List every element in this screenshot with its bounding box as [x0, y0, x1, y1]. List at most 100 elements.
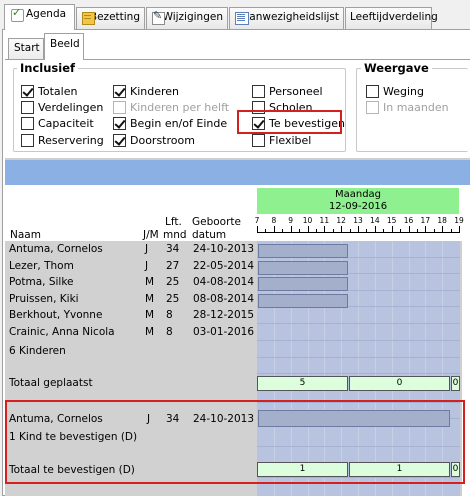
- checkbox-doorstroom[interactable]: Doorstroom: [113, 133, 195, 147]
- checkbox-weging[interactable]: Weging: [366, 84, 424, 98]
- highlight-te-bevestigen: [237, 110, 342, 134]
- child-dob: 22-05-2014: [193, 260, 255, 272]
- checkbox-flexibel[interactable]: Flexibel: [252, 133, 311, 147]
- hour-label: 11: [319, 216, 330, 225]
- checkbox-box: [366, 84, 379, 98]
- gantt-hline: [257, 357, 460, 358]
- tab-label: Wijzigingen: [162, 11, 223, 23]
- child-dob: 24-10-2013: [193, 243, 255, 255]
- hour-label: 12: [336, 216, 346, 225]
- checkbox-reservering[interactable]: Reservering: [21, 133, 104, 147]
- child-dob: 08-08-2014: [193, 293, 255, 305]
- gantt-hline: [257, 323, 460, 324]
- checkbox-verdelingen[interactable]: Verdelingen: [21, 100, 103, 114]
- child-name[interactable]: Crainic, Anna Nicola: [9, 326, 115, 338]
- child-lft: 25: [166, 276, 180, 288]
- tab-wijzigingen[interactable]: Wijzigingen: [146, 7, 228, 29]
- checkbox-in-maanden: In maanden: [366, 100, 449, 114]
- child-slot-bar[interactable]: [258, 277, 348, 291]
- hour-label: 19: [454, 216, 464, 225]
- children-count: 6 Kinderen: [9, 345, 66, 357]
- checkbox-label: Kinderen: [130, 84, 180, 98]
- hour-label: 13: [353, 216, 363, 225]
- child-dob: 03-01-2016: [193, 326, 255, 338]
- hour-label: 14: [370, 216, 380, 225]
- gantt-hline: [257, 373, 460, 374]
- schedule-header-bar: [5, 160, 470, 185]
- checkbox-box: [113, 133, 126, 147]
- group-title-inclusief: Inclusief: [17, 61, 79, 75]
- child-slot-bar[interactable]: [258, 244, 348, 258]
- day-name: Maandag: [334, 189, 382, 200]
- bezetting-icon: [81, 11, 95, 25]
- checkbox-capaciteit[interactable]: Capaciteit: [21, 116, 94, 130]
- checkbox-kinderen-per-helft: Kinderen per helft: [113, 100, 229, 114]
- checkbox-label: Kinderen per helft: [130, 100, 230, 114]
- tab-agenda[interactable]: Agenda: [4, 4, 75, 30]
- child-name[interactable]: Lezer, Thom: [9, 260, 74, 272]
- child-jm: M: [145, 309, 155, 321]
- checkbox-personeel[interactable]: Personeel: [252, 84, 323, 98]
- hour-label: 10: [302, 216, 313, 225]
- checkbox-box: [21, 100, 34, 114]
- checkbox-label: Weging: [383, 84, 424, 98]
- tab-leeftijdverdeling[interactable]: Leeftijdverdeling: [345, 7, 438, 29]
- checkbox-box: [366, 100, 379, 114]
- child-lft: 8: [166, 326, 173, 338]
- hour-label: 17: [420, 216, 431, 225]
- child-slot-bar[interactable]: [258, 261, 348, 275]
- time-ruler-line: [257, 232, 460, 233]
- column-lft: Lft.: [165, 216, 182, 228]
- child-jm: M: [145, 293, 155, 305]
- hour-label: 16: [403, 216, 414, 225]
- child-name[interactable]: Potma, Silke: [9, 276, 74, 288]
- child-name[interactable]: Berkhout, Yvonne: [9, 309, 102, 321]
- checkbox-kinderen[interactable]: Kinderen: [113, 84, 179, 98]
- checkbox-totalen[interactable]: Totalen: [21, 84, 77, 98]
- column-jm: J/M: [143, 229, 159, 241]
- hour-label: 15: [386, 216, 397, 225]
- child-dob: 28-12-2015: [193, 309, 255, 321]
- hour-label: 18: [437, 216, 447, 225]
- subtab-start[interactable]: Start: [8, 38, 44, 59]
- aanwezigheidslijst-icon: [234, 11, 250, 25]
- totaal-geplaatst-label: Totaal geplaatst: [9, 377, 93, 389]
- checkbox-label: Begin en/of Einde: [130, 116, 228, 130]
- column-geboorte: Geboorte: [192, 216, 242, 228]
- subtab-beeld[interactable]: Beeld: [44, 33, 84, 60]
- checkbox-label: Verdelingen: [38, 100, 104, 114]
- checkbox-label: Personeel: [269, 84, 323, 98]
- checkbox-label: Doorstroom: [130, 133, 195, 147]
- agenda-icon: [9, 6, 24, 22]
- child-jm: M: [145, 326, 155, 338]
- child-slot-bar[interactable]: [258, 294, 348, 308]
- day-header: Maandag 12-09-2016: [257, 188, 459, 214]
- hour-label: 8: [271, 216, 277, 225]
- column-naam: Naam: [10, 229, 41, 241]
- checkbox-label: In maanden: [383, 100, 449, 114]
- subtab-label: Start: [14, 42, 40, 54]
- child-name[interactable]: Pruissen, Kiki: [9, 293, 79, 305]
- checkbox-label: Reservering: [38, 133, 104, 147]
- column-mnd: mnd: [163, 229, 187, 241]
- tab-label: Aanwezigheidslijst: [242, 11, 339, 23]
- checkbox-box: [113, 100, 126, 114]
- subtab-label: Beeld: [50, 38, 80, 50]
- checkbox-box: [113, 116, 126, 130]
- checkbox-label: Totalen: [38, 84, 78, 98]
- day-date: 12-09-2016: [328, 201, 388, 212]
- totaal-geplaatst-value-1: 5: [257, 376, 348, 391]
- checkbox-box: [21, 84, 34, 98]
- tab-label: Agenda: [26, 8, 67, 20]
- totaal-geplaatst-value-2: 0: [349, 376, 450, 391]
- tab-label: Bezetting: [89, 11, 140, 23]
- child-name[interactable]: Antuma, Cornelos: [9, 243, 103, 255]
- tab-bezetting[interactable]: Bezetting: [76, 7, 145, 29]
- child-jm: J: [145, 243, 149, 255]
- tab-aanwezigheidslijst[interactable]: Aanwezigheidslijst: [229, 7, 344, 29]
- group-title-weergave: Weergave: [361, 61, 432, 75]
- child-lft: 25: [166, 293, 180, 305]
- totaal-geplaatst-value-3: 0: [451, 376, 460, 391]
- checkbox-begin-einde[interactable]: Begin en/of Einde: [113, 116, 227, 130]
- top-tab-bar: Agenda Bezetting Wijzigingen Aanwezighei…: [0, 0, 470, 30]
